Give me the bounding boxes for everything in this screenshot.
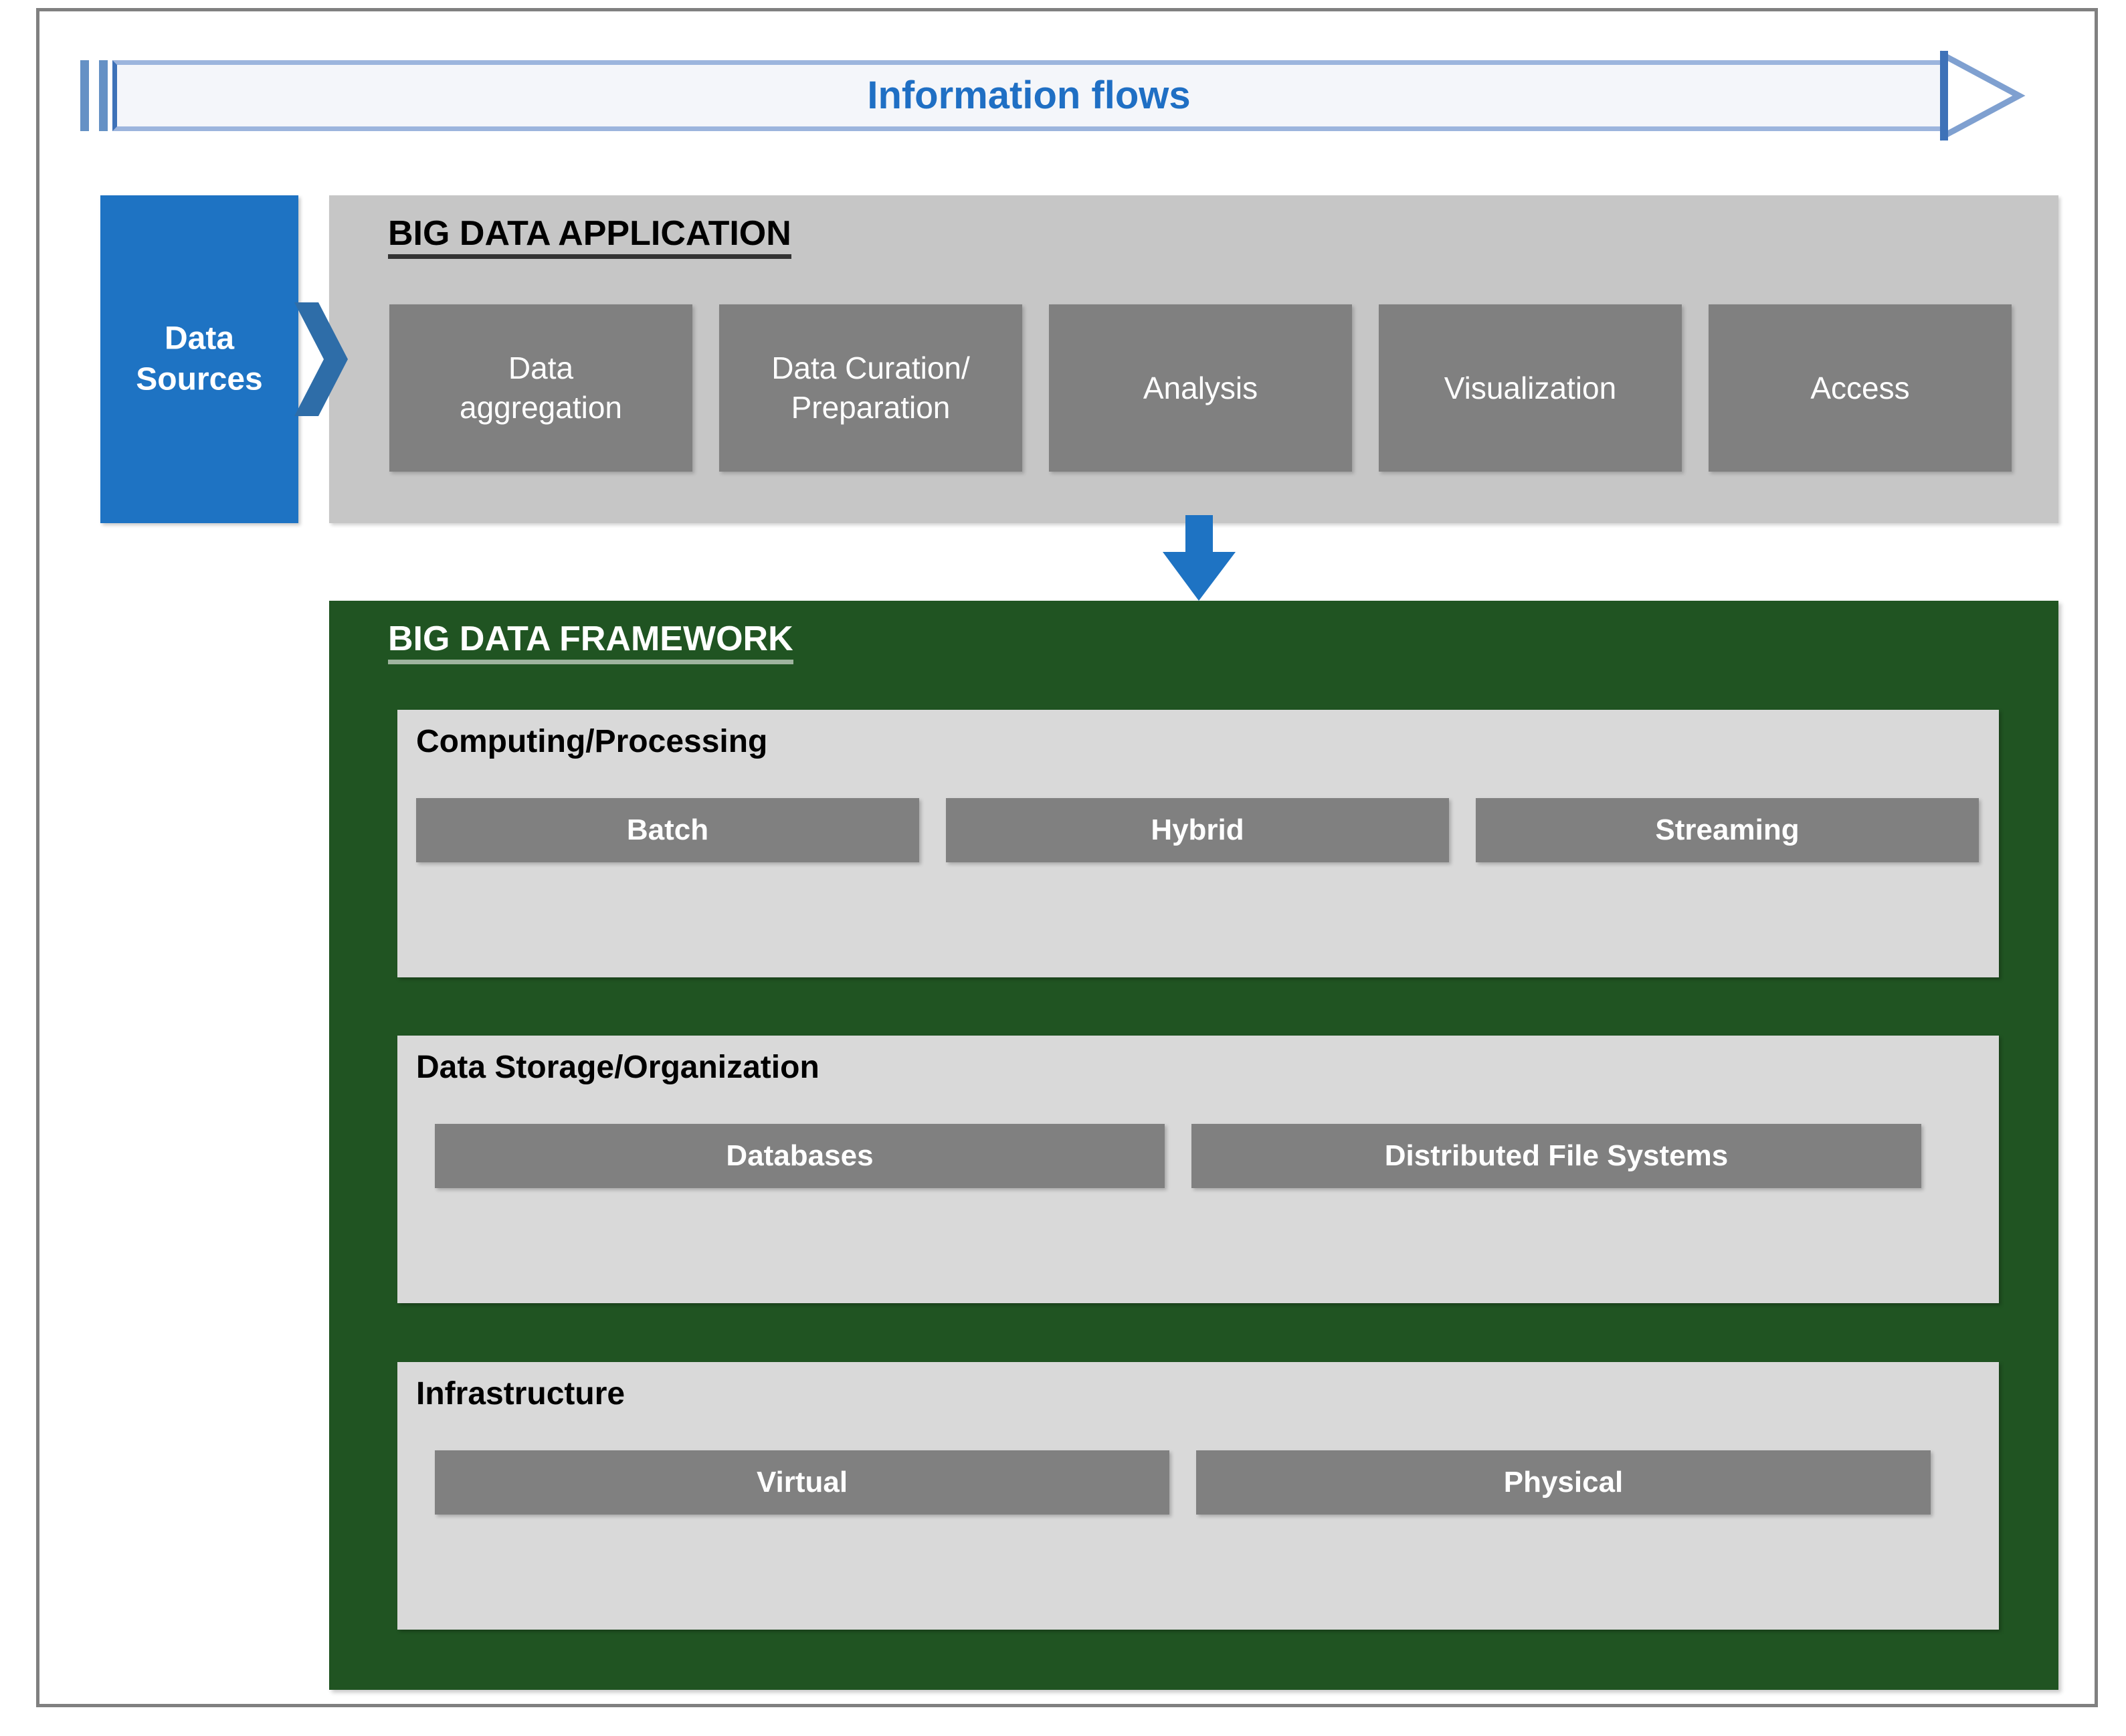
stage-visualization[interactable]: Visualization [1379,304,1682,472]
application-stage-row: Data aggregation Data Curation/ Preparat… [389,304,2012,472]
item-virtual[interactable]: Virtual [435,1450,1169,1515]
stage-label: Data Curation/ Preparation [771,351,970,425]
data-sources-box[interactable]: Data Sources [100,195,298,523]
flow-arrow-head-icon [1940,50,2026,141]
stage-data-curation-preparation[interactable]: Data Curation/ Preparation [719,304,1022,472]
data-storage-items: Databases Distributed File Systems [435,1124,1921,1188]
flow-tail-stripe-2 [99,60,108,131]
diagram-canvas: Information flows Data Sources BIG DATA … [0,0,2126,1736]
item-physical[interactable]: Physical [1196,1450,1931,1515]
stage-data-aggregation[interactable]: Data aggregation [389,304,692,472]
layer-title-computing-processing: Computing/Processing [416,724,768,759]
computing-processing-items: Batch Hybrid Streaming [416,798,1979,862]
data-sources-line-2: Sources [136,362,263,397]
big-data-application-title: BIG DATA APPLICATION [388,214,791,260]
stage-label: Analysis [1143,370,1258,405]
information-flows-arrow: Information flows [80,50,2070,141]
item-streaming[interactable]: Streaming [1476,798,1979,862]
layer-title-data-storage-organization: Data Storage/Organization [416,1050,819,1085]
layer-infrastructure: Infrastructure Virtual Physical [397,1362,1999,1630]
stage-label: Access [1810,370,1910,405]
data-sources-label: Data Sources [100,318,298,401]
flow-tail-stripe-1 [80,60,89,131]
stage-analysis[interactable]: Analysis [1049,304,1352,472]
information-flows-label: Information flows [867,74,1191,117]
infrastructure-items: Virtual Physical [435,1450,1931,1515]
item-batch[interactable]: Batch [416,798,919,862]
data-sources-chevron-icon [294,302,348,416]
stage-access[interactable]: Access [1709,304,2012,472]
stage-label: Visualization [1444,370,1617,405]
big-data-framework-title: BIG DATA FRAMEWORK [388,619,793,665]
item-distributed-file-systems[interactable]: Distributed File Systems [1191,1124,1921,1188]
layer-title-infrastructure: Infrastructure [416,1376,625,1412]
layer-computing-processing: Computing/Processing Batch Hybrid Stream… [397,710,1999,977]
item-databases[interactable]: Databases [435,1124,1165,1188]
stage-label: Data aggregation [460,351,622,425]
layer-data-storage-organization: Data Storage/Organization Databases Dist… [397,1036,1999,1303]
data-sources-line-1: Data [164,320,235,357]
big-data-application-panel: BIG DATA APPLICATION Data aggregation Da… [329,195,2058,523]
big-data-framework-panel: BIG DATA FRAMEWORK Computing/Processing … [329,601,2058,1690]
down-arrow-icon [1163,515,1236,601]
item-hybrid[interactable]: Hybrid [946,798,1449,862]
